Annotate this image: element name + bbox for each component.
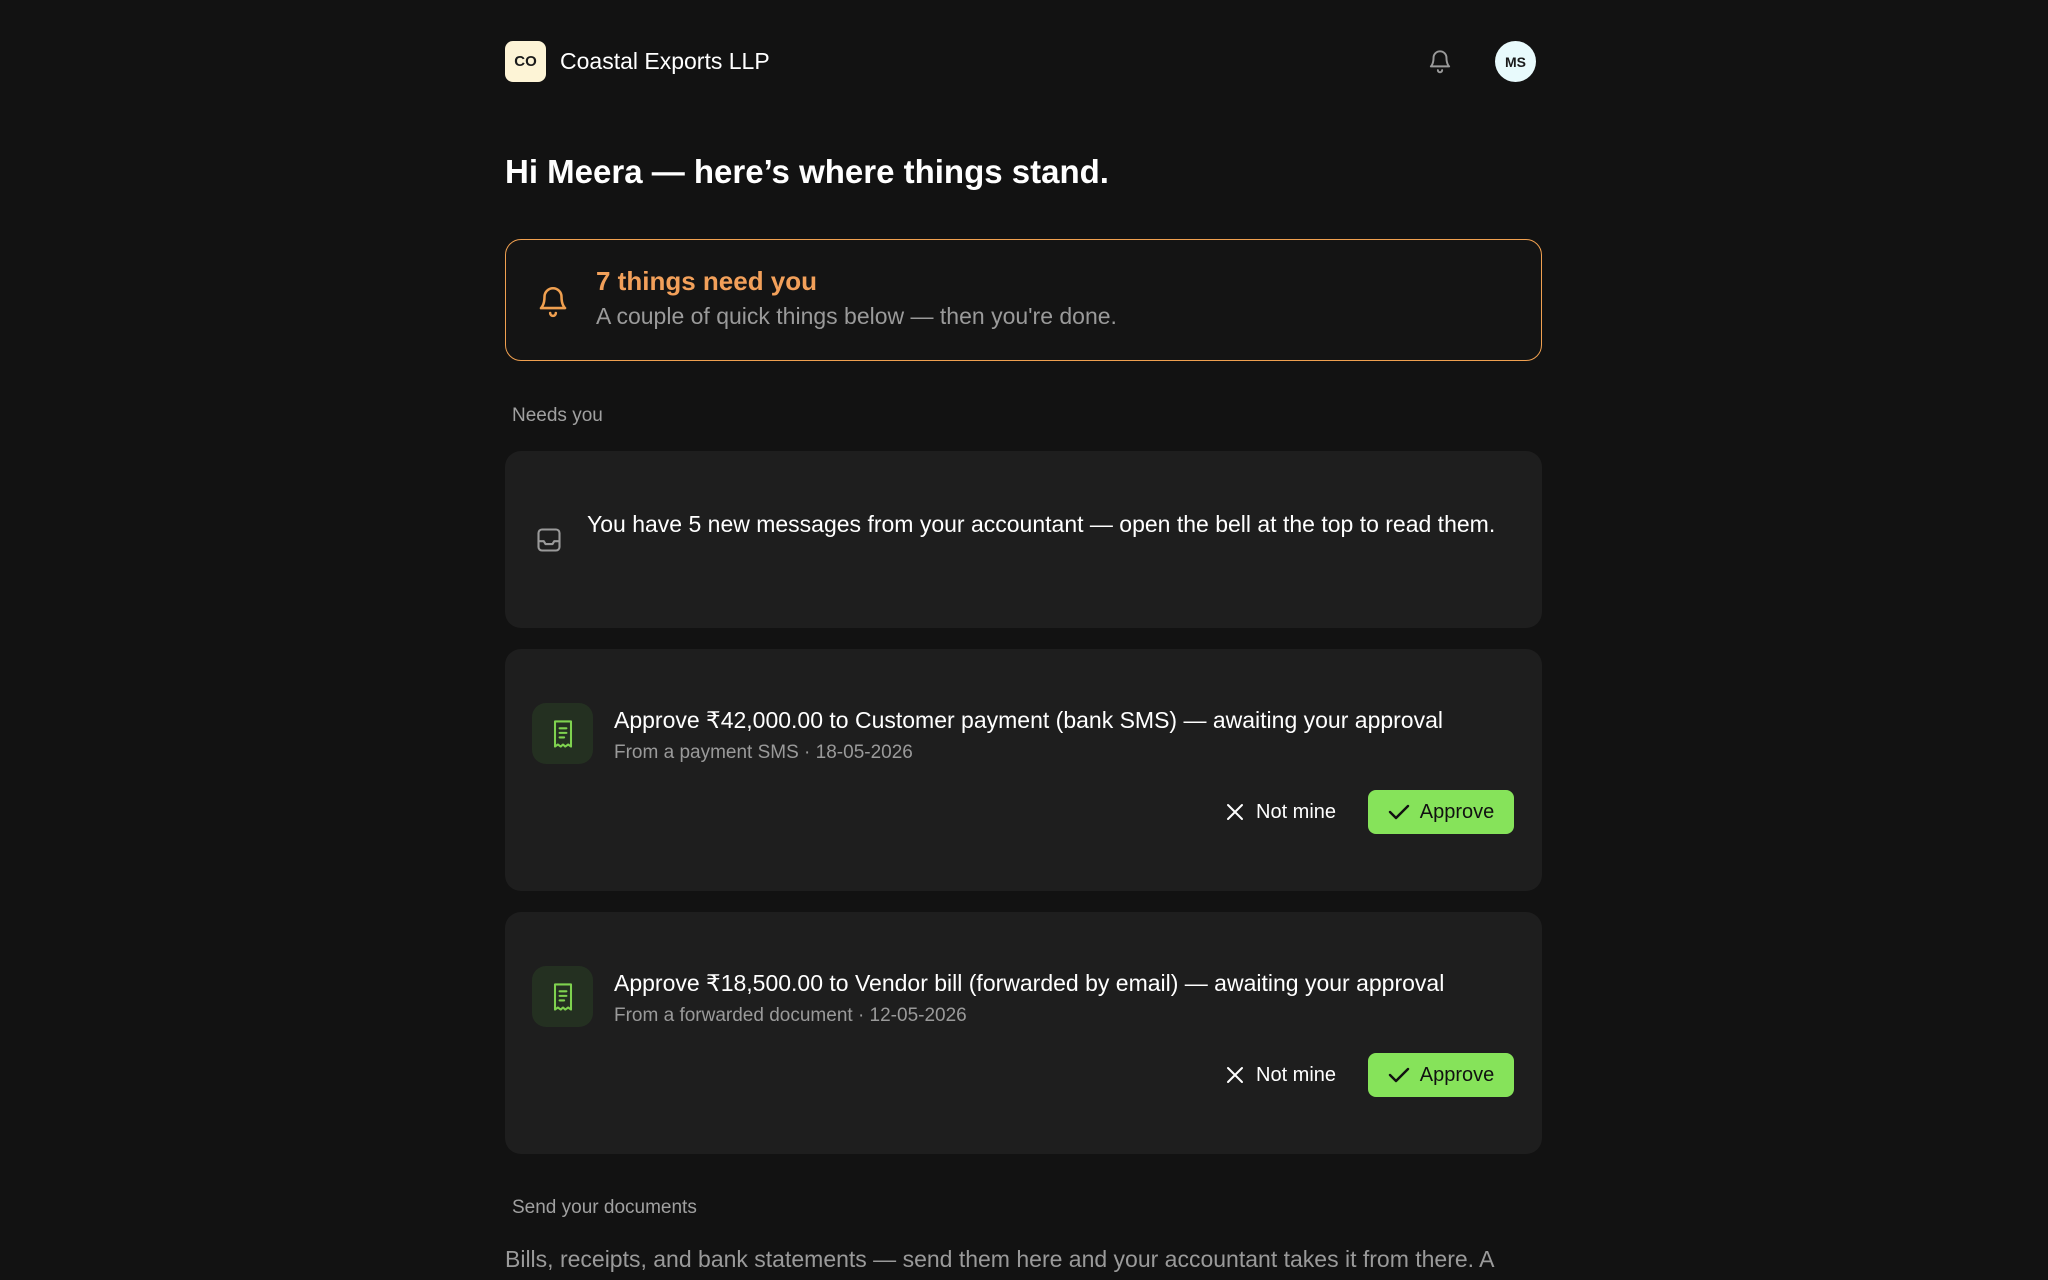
notifications-button[interactable] xyxy=(1424,45,1456,77)
receipt-icon-box xyxy=(532,703,593,764)
page-title: Hi Meera — here’s where things stand. xyxy=(505,153,1109,190)
approval-title: Approve ₹18,500.00 to Vendor bill (forwa… xyxy=(614,970,1445,996)
attention-count: 7 things need you xyxy=(596,266,818,296)
not-mine-label: Not mine xyxy=(1256,800,1337,823)
approve-label: Approve xyxy=(1419,1063,1495,1086)
approval-meta: From a forwarded document · 12-05-2026 xyxy=(614,1005,967,1026)
approval-meta: From a payment SMS · 18-05-2026 xyxy=(614,742,913,763)
section-label-send-documents: Send your documents xyxy=(512,1197,697,1218)
org-name: Coastal Exports LLP xyxy=(560,48,770,74)
close-icon xyxy=(1227,1067,1243,1083)
inbox-icon xyxy=(537,528,561,552)
receipt-icon xyxy=(553,982,572,1011)
not-mine-button[interactable]: Not mine xyxy=(1216,1053,1346,1097)
approve-button[interactable]: Approve xyxy=(1368,790,1514,834)
bell-icon xyxy=(539,287,567,318)
approve-button[interactable]: Approve xyxy=(1368,1053,1514,1097)
approval-card: Approve ₹18,500.00 to Vendor bill (forwa… xyxy=(505,912,1542,1154)
check-icon xyxy=(1388,1067,1409,1083)
top-bar: CO Coastal Exports LLP MS xyxy=(505,0,1542,124)
user-avatar[interactable]: MS xyxy=(1495,41,1536,82)
close-icon xyxy=(1227,804,1243,820)
approve-label: Approve xyxy=(1419,800,1495,823)
receipt-icon xyxy=(553,719,572,748)
not-mine-button[interactable]: Not mine xyxy=(1216,790,1346,834)
section-label-needs-you: Needs you xyxy=(512,405,603,426)
approval-title: Approve ₹42,000.00 to Customer payment (… xyxy=(614,707,1443,733)
messages-text: You have 5 new messages from your accoun… xyxy=(587,511,1496,537)
receipt-icon-box xyxy=(532,966,593,1027)
bell-icon xyxy=(1429,50,1451,74)
not-mine-label: Not mine xyxy=(1256,1063,1337,1086)
send-documents-description: Bills, receipts, and bank statements — s… xyxy=(505,1246,1495,1272)
check-icon xyxy=(1388,804,1409,820)
org-logo: CO xyxy=(505,41,546,82)
approval-card: Approve ₹42,000.00 to Customer payment (… xyxy=(505,649,1542,891)
attention-banner: 7 things need you A couple of quick thin… xyxy=(505,239,1542,361)
attention-subtitle: A couple of quick things below — then yo… xyxy=(596,303,1117,329)
messages-card[interactable]: You have 5 new messages from your accoun… xyxy=(505,451,1542,628)
